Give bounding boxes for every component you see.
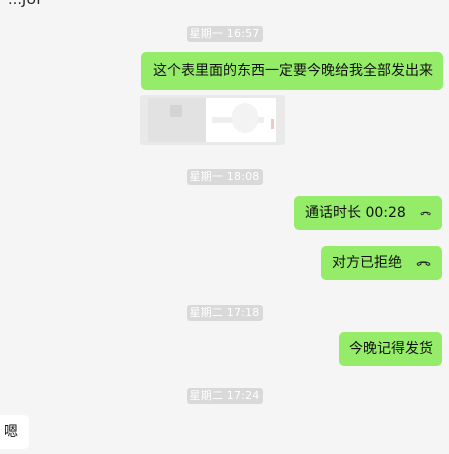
phone-handset-icon (420, 211, 431, 216)
phone-handset-icon (416, 261, 431, 266)
message-text: 这个表里面的东西一定要今晚给我全部发出来 (153, 63, 433, 79)
message-incoming-text[interactable]: 嗯 (0, 415, 29, 449)
timestamp-text: 星期二 17:24 (186, 388, 263, 404)
image-blur-block (170, 105, 182, 117)
timestamp-text: 星期一 16:57 (186, 26, 263, 42)
call-duration-text: 通话时长 00:28 (305, 205, 406, 221)
message-image[interactable] (140, 95, 285, 145)
message-outgoing-text[interactable]: 今晚记得发货 (339, 332, 442, 366)
image-blur-block (232, 103, 258, 133)
timestamp-1: 星期一 16:57 (0, 22, 449, 42)
timestamp-text: 星期二 17:18 (186, 305, 263, 321)
chat-title-partial: …JUI (8, 0, 41, 8)
call-rejected-text: 对方已拒绝 (332, 255, 402, 271)
message-text: 嗯 (4, 424, 18, 440)
message-call-rejected[interactable]: 对方已拒绝 (321, 246, 442, 280)
timestamp-4: 星期二 17:24 (0, 384, 449, 404)
message-text: 今晚记得发货 (349, 341, 433, 357)
image-blur-block (271, 119, 274, 129)
timestamp-text: 星期一 18:08 (186, 169, 263, 185)
timestamp-2: 星期一 18:08 (0, 165, 449, 185)
timestamp-3: 星期二 17:18 (0, 301, 449, 321)
message-outgoing-text[interactable]: 这个表里面的东西一定要今晚给我全部发出来 (141, 52, 443, 90)
message-call-duration[interactable]: 通话时长 00:28 (294, 196, 442, 230)
